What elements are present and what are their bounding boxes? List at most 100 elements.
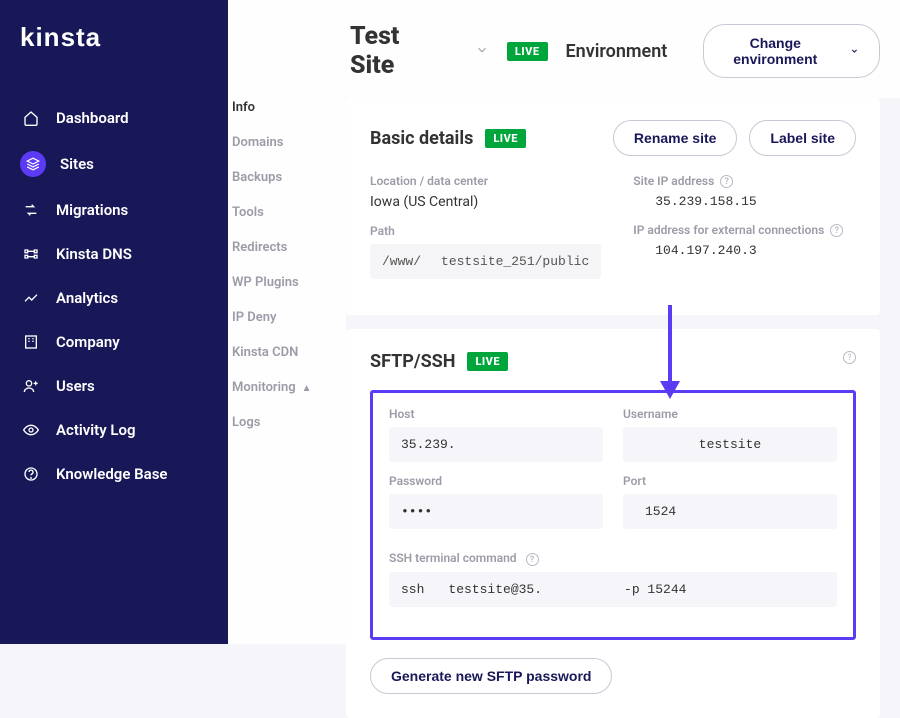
subnav-item-label: WP Plugins [232,275,299,290]
sidebar-item-activity-log[interactable]: Activity Log [0,409,228,451]
triangle-up-icon: ▲ [302,383,312,394]
help-icon[interactable]: ? [843,351,856,364]
button-label: Label site [770,130,835,146]
ssh-command-value[interactable]: ssh testsite@35. -p 15244 [389,572,837,607]
environment-label: Environment [566,41,668,62]
subnav-item-wp-plugins[interactable]: WP Plugins [228,265,346,300]
sidebar-item-label: Company [56,333,120,351]
sidebar-item-users[interactable]: Users [0,365,228,407]
rename-site-button[interactable]: Rename site [613,120,737,156]
chevron-down-icon[interactable] [475,42,489,61]
subnav-item-logs[interactable]: Logs [228,405,346,440]
path-segment: testsite_251/public [441,254,589,269]
sidebar-item-label: Migrations [56,201,128,219]
label-site-button[interactable]: Label site [749,120,856,156]
dns-icon [20,243,42,265]
brand-logo: kinsta [0,14,228,97]
sidebar-item-sites[interactable]: Sites [0,141,228,187]
port-value[interactable]: 1524 [623,494,837,529]
subnav-item-ip-deny[interactable]: IP Deny [228,300,346,335]
sidebar-item-analytics[interactable]: Analytics [0,277,228,319]
password-label: Password [389,474,603,488]
sidebar-item-migrations[interactable]: Migrations [0,189,228,231]
layers-icon [20,151,46,177]
location-label: Location / data center [370,174,601,188]
path-label: Path [370,224,601,238]
live-badge: LIVE [485,129,526,148]
sidebar-item-label: Activity Log [56,421,136,439]
sidebar: kinsta Dashboard Sites Migrations [0,0,228,644]
host-label: Host [389,407,603,421]
ssh-command-label: SSH terminal command ? [389,551,837,566]
site-ip-label: Site IP address ? [633,174,856,188]
migrate-icon [20,199,42,221]
site-ip-value: 35.239.158.15 [633,194,856,209]
card-header: SFTP/SSH LIVE [370,351,856,372]
card-title: SFTP/SSH [370,351,455,372]
live-badge: LIVE [467,352,508,371]
analytics-icon [20,287,42,309]
sftp-highlight-box: Host 35.239. Password •••• Username test… [370,390,856,640]
subnav-item-label: Info [232,100,255,115]
path-value: /www/ testsite_251/public [370,244,601,279]
password-value[interactable]: •••• [389,494,603,529]
text: testsite@35. [448,582,542,597]
generate-sftp-password-button[interactable]: Generate new SFTP password [370,658,612,694]
subnav-item-label: Logs [232,415,260,430]
page-header: Test Site LIVE Environment Change enviro… [228,0,900,98]
change-environment-label: Change environment [724,35,826,67]
subnav-item-redirects[interactable]: Redirects [228,230,346,265]
label-text: SSH terminal command [389,551,517,565]
external-ip-label: IP address for external connections ? [633,223,856,237]
subnav-item-backups[interactable]: Backups [228,160,346,195]
ssh-command-chunk: testsite@35. [448,582,600,597]
help-icon[interactable]: ? [830,224,843,237]
subnav-item-kinsta-cdn[interactable]: Kinsta CDN [228,335,346,370]
chevron-down-icon [850,45,859,57]
subnav-item-label: Backups [232,170,282,185]
basic-details-card: Basic details LIVE Rename site Label sit… [346,98,880,315]
card-title: Basic details [370,128,473,149]
host-value[interactable]: 35.239. [389,427,603,462]
external-ip-value: 104.197.240.3 [633,243,856,258]
subnav-item-label: Tools [232,205,264,220]
main-content: Test Site LIVE Environment Change enviro… [346,0,900,644]
label-text: Site IP address [633,174,714,188]
sidebar-item-knowledge-base[interactable]: Knowledge Base [0,453,228,495]
location-value: Iowa (US Central) [370,194,601,210]
sidebar-item-company[interactable]: Company [0,321,228,363]
ssh-command-chunk: -p 15244 [624,582,686,597]
sidebar-item-label: Knowledge Base [56,465,167,483]
sidebar-item-label: Dashboard [56,109,129,127]
username-value[interactable]: testsite [623,427,837,462]
annotation-arrow-icon [650,301,690,401]
subnav-item-label: Monitoring [232,380,296,395]
port-label: Port [623,474,837,488]
brand-logo-text: kinsta [20,22,101,52]
sidebar-item-label: Users [56,377,95,395]
button-label: Rename site [634,130,716,146]
subnav-item-tools[interactable]: Tools [228,195,346,230]
change-environment-button[interactable]: Change environment [703,24,880,78]
subnav-item-label: IP Deny [232,310,277,325]
help-icon[interactable]: ? [526,553,539,566]
subnav-item-label: Redirects [232,240,287,255]
subnav-item-monitoring[interactable]: Monitoring ▲ [228,370,346,405]
sidebar-item-dashboard[interactable]: Dashboard [0,97,228,139]
live-badge: LIVE [507,42,548,61]
help-icon [20,463,42,485]
subnav-item-domains[interactable]: Domains [228,125,346,160]
sidebar-item-kinsta-dns[interactable]: Kinsta DNS [0,233,228,275]
company-icon [20,331,42,353]
sftp-ssh-card: SFTP/SSH LIVE ? Host 35.239. P [346,329,880,718]
help-icon[interactable]: ? [720,175,733,188]
label-text: IP address for external connections [633,223,824,237]
path-segment: /www/ [382,254,421,269]
eye-icon [20,419,42,441]
sidebar-item-label: Sites [60,155,94,173]
home-icon [20,107,42,129]
sidebar-item-label: Analytics [56,289,118,307]
username-label: Username [623,407,837,421]
sidebar-item-label: Kinsta DNS [56,245,132,263]
page-title: Test Site [350,22,427,80]
